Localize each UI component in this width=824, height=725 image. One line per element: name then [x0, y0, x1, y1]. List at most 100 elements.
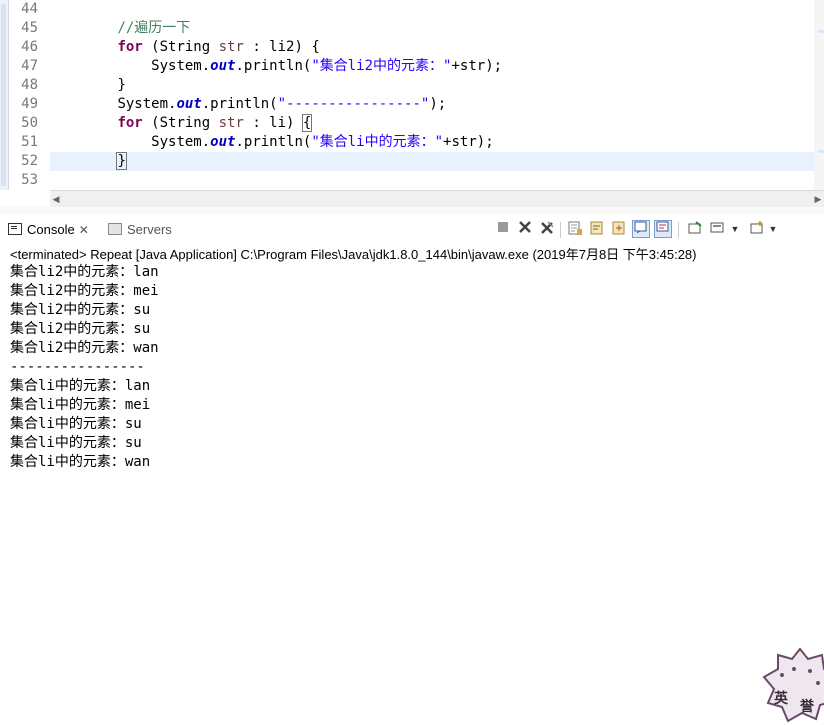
code-line-52[interactable]: } — [50, 152, 824, 171]
code-line-46[interactable]: for (String str : li2) { — [50, 38, 824, 57]
keyword: for — [117, 39, 143, 55]
code-text: System. — [151, 134, 211, 150]
output-line: 集合li2中的元素：wan — [10, 340, 159, 356]
code-line-48[interactable]: } — [50, 76, 824, 95]
open-console-icon[interactable] — [686, 220, 704, 238]
console-icon — [8, 223, 22, 235]
svg-text:英: 英 — [773, 690, 789, 707]
code-text: : li) — [243, 115, 303, 131]
code-area[interactable]: //遍历一下 for (String str : li2) { System.o… — [50, 0, 824, 190]
code-text: System. — [151, 58, 211, 74]
matching-bracket: { — [301, 114, 313, 132]
code-line-47[interactable]: System.out.println("集合li2中的元素："+str); — [50, 57, 824, 76]
line-number: 49 — [21, 96, 38, 112]
chevron-down-icon[interactable]: ▼ — [730, 220, 740, 238]
tab-console[interactable]: Console ✕ — [8, 220, 89, 240]
line-number: 44 — [21, 1, 38, 17]
line-number: 48 — [21, 77, 38, 93]
output-line: 集合li中的元素：su — [10, 416, 142, 432]
code-line-50[interactable]: for (String str : li) { — [50, 114, 824, 133]
code-text: } — [117, 77, 126, 93]
display-selected-console-icon[interactable] — [708, 220, 726, 238]
output-line: 集合li中的元素：su — [10, 435, 142, 451]
output-line: 集合li2中的元素：lan — [10, 264, 159, 280]
local-variable: str — [218, 39, 244, 55]
code-text: (String — [142, 39, 219, 55]
output-line: 集合li2中的元素：su — [10, 302, 151, 318]
string-literal: "集合li中的元素：" — [311, 134, 444, 150]
static-field: out — [176, 96, 202, 112]
line-number: 52 — [21, 153, 38, 169]
line-number: 47 — [21, 58, 38, 74]
code-line-49[interactable]: System.out.println("----------------"); — [50, 95, 824, 114]
chevron-down-icon[interactable]: ▼ — [768, 220, 778, 238]
text-caret — [125, 153, 127, 169]
code-comment: //遍历一下 — [117, 20, 191, 36]
new-console-icon[interactable] — [748, 220, 766, 238]
code-line-44[interactable] — [50, 0, 824, 19]
code-text: +str); — [443, 134, 494, 150]
local-variable: str — [218, 115, 244, 131]
line-number: 53 — [21, 172, 38, 188]
svg-text:誉: 誉 — [800, 698, 815, 715]
remove-launch-icon[interactable] — [516, 220, 534, 238]
output-line: ---------------- — [10, 359, 145, 375]
line-number-gutter: 44 45 46 47 48 49 50 51 52 53 — [10, 0, 50, 190]
output-line: 集合li中的元素：lan — [10, 378, 151, 394]
console-output[interactable]: 集合li2中的元素：lan 集合li2中的元素：mei 集合li2中的元素：su… — [10, 263, 159, 472]
overview-marker[interactable] — [818, 30, 824, 33]
overview-marker[interactable] — [818, 150, 824, 153]
string-literal: "----------------" — [277, 96, 430, 112]
code-line-51[interactable]: System.out.println("集合li中的元素："+str); — [50, 133, 824, 152]
line-number: 45 — [21, 20, 38, 36]
tab-label: Console — [27, 222, 75, 237]
terminate-icon[interactable] — [494, 220, 512, 238]
code-text: .println( — [235, 58, 312, 74]
view-tab-bar: Console ✕ Servers ▼ ▼ — [0, 215, 824, 243]
output-line: 集合li2中的元素：su — [10, 321, 151, 337]
matching-bracket: } — [116, 152, 127, 170]
code-line-53[interactable] — [50, 171, 824, 190]
static-field: out — [210, 58, 236, 74]
line-number: 51 — [21, 134, 38, 150]
scroll-right-icon[interactable]: ▶ — [812, 193, 824, 205]
show-console-on-error-icon[interactable] — [654, 220, 672, 238]
toolbar-separator — [560, 222, 561, 238]
line-number: 50 — [21, 115, 38, 131]
tab-servers[interactable]: Servers — [108, 220, 172, 240]
watermark-seal: 英 誉 — [762, 647, 824, 723]
servers-icon — [108, 223, 122, 235]
word-wrap-icon[interactable] — [588, 220, 606, 238]
horizontal-scrollbar[interactable]: ◀ ▶ — [50, 190, 824, 207]
code-text: : li2) { — [243, 39, 320, 55]
line-number: 46 — [21, 39, 38, 55]
code-text: .println( — [201, 96, 278, 112]
tab-label: Servers — [127, 222, 172, 237]
output-line: 集合li中的元素：wan — [10, 454, 151, 470]
toolbar-separator — [678, 222, 679, 238]
scroll-lock-icon[interactable] — [566, 220, 584, 238]
code-text: System. — [117, 96, 177, 112]
output-line: 集合li2中的元素：mei — [10, 283, 159, 299]
process-description: <terminated> Repeat [Java Application] C… — [10, 247, 697, 262]
close-icon[interactable]: ✕ — [79, 223, 89, 237]
code-line-45[interactable]: //遍历一下 — [50, 19, 824, 38]
scroll-left-icon[interactable]: ◀ — [50, 193, 62, 205]
pin-console-icon[interactable] — [610, 220, 628, 238]
code-editor[interactable]: 44 45 46 47 48 49 50 51 52 53 //遍历一下 for… — [0, 0, 824, 208]
code-text: (String — [142, 115, 219, 131]
show-console-on-output-icon[interactable] — [632, 220, 650, 238]
code-text: ); — [429, 96, 447, 112]
code-text: .println( — [235, 134, 312, 150]
code-text: +str); — [451, 58, 503, 74]
console-toolbar: ▼ ▼ — [494, 218, 804, 242]
ruler-highlight — [1, 4, 6, 186]
output-line: 集合li中的元素：mei — [10, 397, 151, 413]
vertical-ruler — [0, 0, 9, 190]
string-literal: "集合li2中的元素：" — [311, 58, 452, 74]
overview-ruler[interactable] — [814, 0, 824, 190]
static-field: out — [210, 134, 236, 150]
keyword: for — [117, 115, 143, 131]
remove-all-terminated-icon[interactable] — [538, 220, 556, 238]
console-view: Console ✕ Servers ▼ ▼ <terminated> Repeat… — [0, 215, 824, 723]
